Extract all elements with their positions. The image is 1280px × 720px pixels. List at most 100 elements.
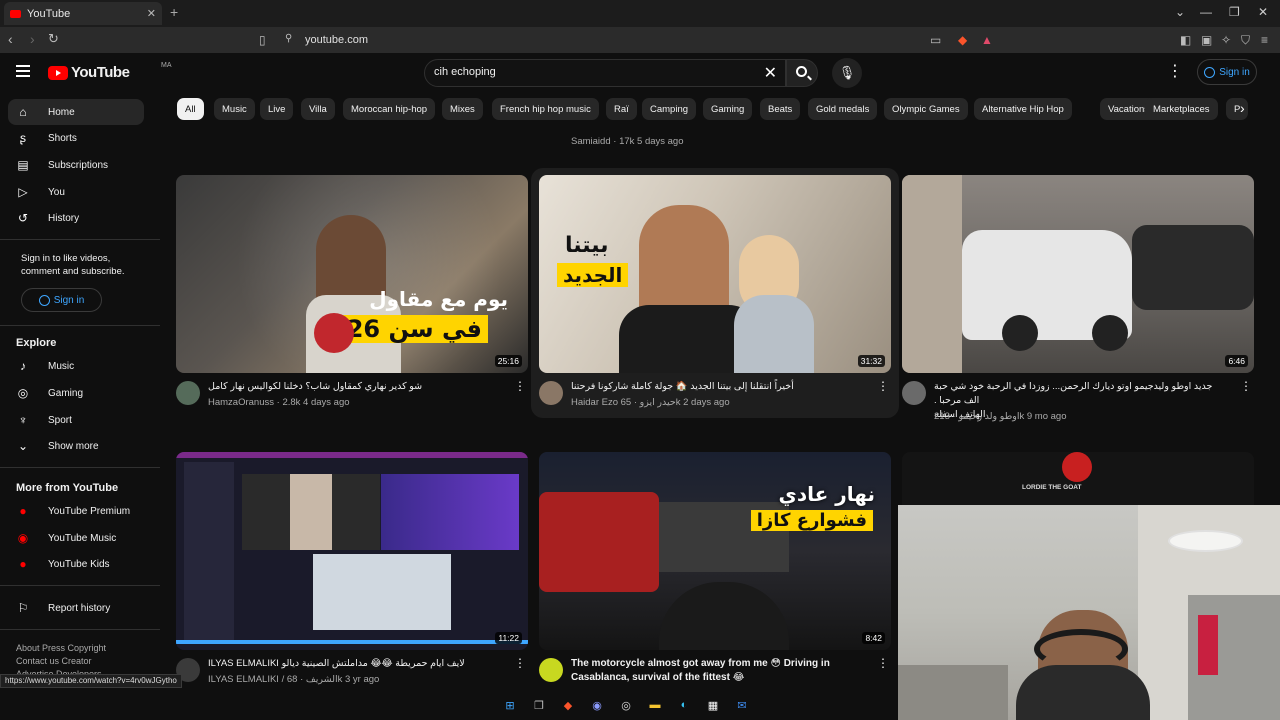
sidebar-item-history[interactable]: ↺ History bbox=[8, 205, 144, 231]
sidebar-item-shorts[interactable]: ʂ Shorts bbox=[8, 125, 144, 151]
tab-search-icon[interactable]: ⌄ bbox=[1175, 5, 1185, 19]
minimize-icon[interactable]: — bbox=[1200, 5, 1212, 19]
search-box[interactable]: cih echoping ✕ bbox=[424, 59, 786, 87]
channel-avatar[interactable] bbox=[539, 658, 563, 682]
sidebar-item-youtube-music[interactable]: ◉ YouTube Music bbox=[8, 525, 144, 551]
task-view-icon[interactable]: ❐ bbox=[529, 695, 549, 715]
vpn-icon[interactable]: ⛉ bbox=[1241, 33, 1250, 48]
chip[interactable]: Villa bbox=[301, 98, 335, 120]
logo-text: YouTube bbox=[71, 64, 130, 81]
video-thumbnail[interactable]: LORDIE THE GOAT bbox=[902, 452, 1254, 505]
windows-taskbar: ⊞ ❐ ◆ ◉ ◎ ▬ ◐ ▦ ✉ bbox=[500, 692, 780, 718]
brave-browser-icon[interactable]: ◆ bbox=[558, 695, 578, 715]
cast-icon[interactable]: ▭ bbox=[930, 33, 941, 47]
sidebar-item-music[interactable]: ♪ Music bbox=[8, 353, 144, 379]
outlook-icon[interactable]: ✉ bbox=[732, 695, 752, 715]
channel-avatar[interactable] bbox=[902, 381, 926, 405]
browser-menu-icon[interactable]: ≡ bbox=[1261, 33, 1268, 47]
video-menu-icon[interactable]: ⋮ bbox=[514, 656, 526, 670]
file-explorer-icon[interactable]: ▬ bbox=[645, 695, 665, 715]
maximize-icon[interactable]: ❐ bbox=[1229, 5, 1240, 19]
store-icon[interactable]: ▦ bbox=[703, 695, 723, 715]
chip[interactable]: Live bbox=[260, 98, 294, 120]
url-text[interactable]: youtube.com bbox=[305, 34, 368, 46]
video-title[interactable]: شو كدير نهاري كمقاول شاب؟ دخلنا لكواليس … bbox=[208, 380, 504, 394]
chip[interactable]: Raï bbox=[606, 98, 637, 120]
sidebar-item-gaming[interactable]: ◎ Gaming bbox=[8, 380, 144, 406]
sidebar-signin-label: Sign in bbox=[53, 294, 85, 306]
edge-icon[interactable]: ◐ bbox=[674, 695, 694, 715]
chip[interactable]: Beats bbox=[760, 98, 801, 120]
bookmark-icon[interactable]: ▯ bbox=[259, 33, 266, 47]
chip[interactable]: Alternative Hip Hop bbox=[974, 98, 1072, 120]
sidebar-item-label: You bbox=[48, 186, 65, 198]
search-button[interactable] bbox=[786, 59, 818, 87]
video-thumbnail[interactable]: 11:22 bbox=[176, 452, 528, 650]
clear-search-icon[interactable]: ✕ bbox=[764, 63, 777, 83]
chip-all[interactable]: All bbox=[177, 98, 204, 120]
discord-icon[interactable]: ◉ bbox=[587, 695, 607, 715]
sidebar-signin-button[interactable]: Sign in bbox=[21, 288, 102, 312]
leo-icon[interactable]: ✧ bbox=[1221, 33, 1231, 47]
video-thumbnail[interactable]: بيتنا الجديد 31:32 bbox=[539, 175, 891, 373]
footer-links[interactable]: Contact us Creator bbox=[16, 656, 92, 666]
video-title[interactable]: أخيراً انتقلنا إلى بيتنا الجديد 🏠 جولة ك… bbox=[571, 380, 867, 394]
windows-start-icon[interactable]: ⊞ bbox=[500, 695, 520, 715]
chip[interactable]: Moroccan hip-hop bbox=[343, 98, 436, 120]
video-menu-icon[interactable]: ⋮ bbox=[514, 379, 526, 393]
video-title[interactable]: The motorcycle almost got away from me 😳… bbox=[571, 657, 867, 685]
sidebar-item-show-more[interactable]: ⌄ Show more bbox=[8, 433, 144, 459]
obs-icon[interactable]: ◎ bbox=[616, 695, 636, 715]
chips-next-arrow-icon[interactable]: › bbox=[1240, 100, 1245, 116]
video-thumbnail[interactable]: يوم مع مقاول في سن 26 25:16 bbox=[176, 175, 528, 373]
chip[interactable]: Mixes bbox=[442, 98, 483, 120]
channel-name[interactable]: ILYAS ELMALIKI / الشريف bbox=[208, 674, 338, 685]
close-tab-icon[interactable]: ✕ bbox=[147, 7, 156, 20]
voice-search-button[interactable]: 🎙 bbox=[832, 58, 862, 88]
close-window-icon[interactable]: ✕ bbox=[1258, 5, 1268, 19]
channel-avatar[interactable] bbox=[176, 381, 200, 405]
youtube-logo[interactable]: YouTube MA bbox=[48, 62, 172, 81]
chip[interactable]: Gold medals bbox=[808, 98, 878, 120]
wallet-icon[interactable]: ▣ bbox=[1201, 33, 1212, 47]
sidebar-toggle-icon[interactable]: ◧ bbox=[1180, 33, 1191, 47]
chip[interactable]: Gaming bbox=[703, 98, 753, 120]
hamburger-menu-icon[interactable] bbox=[16, 65, 30, 77]
chip[interactable]: French hip hop music bbox=[492, 98, 599, 120]
sidebar-item-youtube-premium[interactable]: ● YouTube Premium bbox=[8, 498, 144, 524]
video-menu-icon[interactable]: ⋮ bbox=[1240, 379, 1252, 393]
channel-name[interactable]: HamzaOranuss bbox=[208, 397, 274, 408]
site-info-icon[interactable]: ⚲ bbox=[285, 33, 292, 44]
chip[interactable]: Music bbox=[214, 98, 255, 120]
region-code: MA bbox=[161, 62, 172, 69]
sidebar-item-you[interactable]: ▷ You bbox=[8, 179, 144, 205]
sidebar-item-youtube-kids[interactable]: ● YouTube Kids bbox=[8, 551, 144, 577]
top-row-channel[interactable]: Samiaidd bbox=[571, 136, 611, 147]
back-icon[interactable]: ‹ bbox=[8, 31, 13, 47]
settings-more-icon[interactable]: ⋮ bbox=[1167, 61, 1183, 81]
chip[interactable]: Marketplaces bbox=[1145, 98, 1218, 120]
browser-tab[interactable]: YouTube ✕ bbox=[4, 2, 162, 25]
chip[interactable]: Olympic Games bbox=[884, 98, 968, 120]
sidebar-item-report-history[interactable]: ⚐ Report history bbox=[8, 595, 144, 621]
reload-icon[interactable]: ↻ bbox=[48, 31, 59, 47]
video-thumbnail[interactable]: نهار عادي فشوارع كازا 8:42 bbox=[539, 452, 891, 650]
sidebar-item-subscriptions[interactable]: ▤ Subscriptions bbox=[8, 152, 144, 178]
video-menu-icon[interactable]: ⋮ bbox=[877, 379, 889, 393]
sidebar-item-label: YouTube Premium bbox=[48, 505, 131, 517]
footer-links[interactable]: About Press Copyright bbox=[16, 643, 106, 653]
brave-rewards-icon[interactable]: ▲ bbox=[981, 33, 993, 47]
video-menu-icon[interactable]: ⋮ bbox=[877, 656, 889, 670]
video-title[interactable]: ILYAS ELMALIKI لايف ايام حمريطة 😂😂 مدامل… bbox=[208, 657, 504, 671]
header-signin-button[interactable]: Sign in bbox=[1197, 59, 1257, 85]
sidebar-item-sport[interactable]: ♆ Sport bbox=[8, 407, 144, 433]
channel-avatar[interactable] bbox=[539, 381, 563, 405]
chip[interactable]: Camping bbox=[642, 98, 697, 120]
video-thumbnail[interactable]: 6:46 bbox=[902, 175, 1254, 373]
brave-shields-icon[interactable]: ◆ bbox=[958, 33, 967, 47]
forward-icon[interactable]: › bbox=[30, 31, 35, 47]
new-tab-icon[interactable]: + bbox=[170, 4, 178, 20]
search-input[interactable]: cih echoping bbox=[434, 66, 496, 78]
channel-name[interactable]: اوطو ولد رحيمو bbox=[958, 411, 1019, 422]
sidebar-item-home[interactable]: ⌂ Home bbox=[8, 99, 144, 125]
